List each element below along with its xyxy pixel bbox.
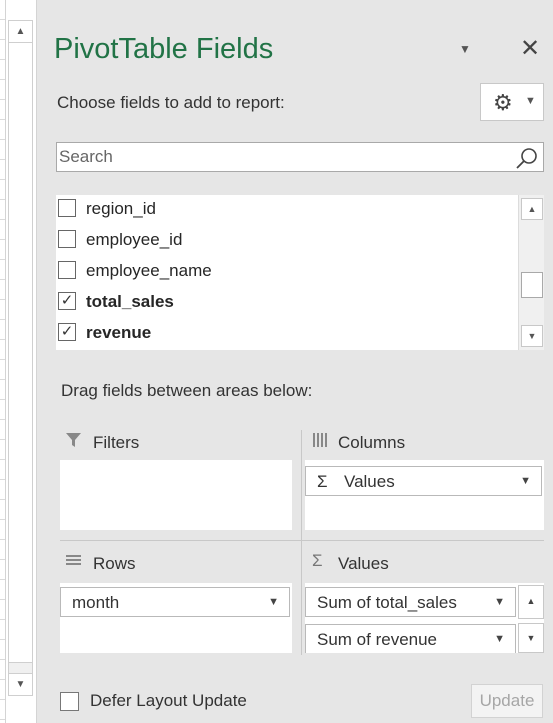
search-icon[interactable] [515,146,539,170]
columns-icon [313,433,327,447]
pane-options-chevron-down-icon[interactable]: ▼ [459,42,471,56]
rows-month-field[interactable]: month ▼ [60,587,290,617]
rows-drop-area[interactable]: month ▼ [60,583,292,653]
field-label: employee_name [86,261,212,280]
field-pill-label: Values [344,472,395,491]
chevron-down-icon[interactable]: ▼ [494,596,505,608]
close-icon[interactable]: ✕ [520,34,540,63]
worksheet-vertical-scrollbar[interactable]: ▲ ▼ [8,20,33,696]
gear-icon: ⚙ [493,90,513,115]
field-checkbox[interactable] [58,261,76,279]
field-label: employee_id [86,230,183,249]
drag-fields-label: Drag fields between areas below: [61,381,313,400]
columns-values-field[interactable]: Σ Values ▼ [305,466,542,496]
filters-area-title: Filters [93,433,140,452]
field-item-employee-id[interactable]: employee_id [56,226,516,257]
filters-drop-area[interactable] [60,460,292,530]
field-pill-label: Sum of total_sales [317,593,457,612]
columns-drop-area[interactable]: Σ Values ▼ [305,460,544,530]
pivottable-fields-pane: PivotTable Fields ▼ ✕ Choose fields to a… [38,0,553,723]
field-item-total-sales[interactable]: ✓ total_sales [56,288,516,319]
field-item-employee-name[interactable]: employee_name [56,257,516,288]
values-scroll-up-icon[interactable]: ▲ [518,585,544,619]
values-sum-total-sales-field[interactable]: Sum of total_sales ▼ [305,587,516,617]
tools-button[interactable]: ⚙ ▼ [480,83,544,121]
scroll-up-arrow-icon[interactable]: ▲ [521,198,543,220]
field-checkbox-checked[interactable]: ✓ [58,323,76,341]
chevron-down-icon[interactable]: ▼ [520,475,531,487]
worksheet-cells [0,0,6,723]
values-area-title: Values [338,554,389,573]
filter-icon [66,433,81,447]
values-drop-area[interactable]: Sum of total_sales ▼ Sum of revenue ▼ ▲ … [305,583,544,653]
scroll-down-arrow-icon[interactable]: ▼ [521,325,543,347]
values-sum-revenue-field[interactable]: Sum of revenue ▼ [305,624,516,653]
field-list-scrollbar[interactable]: ▲ ▼ [518,195,544,350]
values-scroll-down-icon[interactable]: ▼ [518,623,544,653]
field-label: revenue [86,323,152,342]
scroll-down-arrow-icon[interactable]: ▼ [9,673,32,695]
field-item-region-id[interactable]: region_id [56,195,516,226]
chevron-down-icon[interactable]: ▼ [494,633,505,645]
field-label: region_id [86,199,156,218]
field-checkbox[interactable] [58,230,76,248]
area-divider-horizontal [60,540,544,541]
field-label: total_sales [86,292,174,311]
chevron-down-icon: ▼ [525,95,536,107]
worksheet-edge: ▲ ▼ [0,0,37,723]
search-input[interactable] [57,143,512,171]
sigma-icon: Σ [317,472,328,491]
field-checkbox[interactable] [58,199,76,217]
defer-checkbox[interactable] [60,692,79,711]
choose-fields-label: Choose fields to add to report: [57,93,285,112]
field-pill-label: month [72,593,120,612]
columns-area-title: Columns [338,433,406,452]
field-checkbox-checked[interactable]: ✓ [58,292,76,310]
field-pill-label: Sum of revenue [317,630,438,649]
rows-icon [66,555,81,565]
pane-title: PivotTable Fields [54,33,274,65]
field-item-revenue[interactable]: ✓ revenue [56,319,516,350]
search-box[interactable] [56,142,544,172]
rows-area-title: Rows [93,554,136,573]
update-button[interactable]: Update [471,684,543,718]
area-divider-vertical [301,430,302,655]
chevron-down-icon[interactable]: ▼ [268,596,279,608]
scrollbar-thumb[interactable] [9,43,32,663]
sigma-icon: Σ [312,551,323,570]
defer-label: Defer Layout Update [90,691,247,710]
field-list: region_id employee_id employee_name ✓ to… [56,195,544,350]
scroll-up-arrow-icon[interactable]: ▲ [9,21,32,43]
scrollbar-thumb[interactable] [521,272,543,298]
